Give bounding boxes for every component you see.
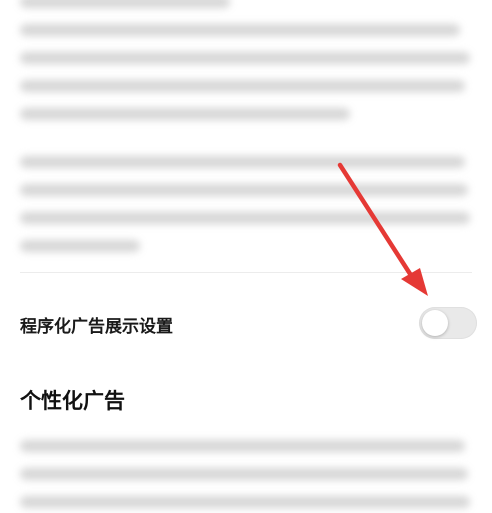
- annotation-arrow: [337, 162, 428, 296]
